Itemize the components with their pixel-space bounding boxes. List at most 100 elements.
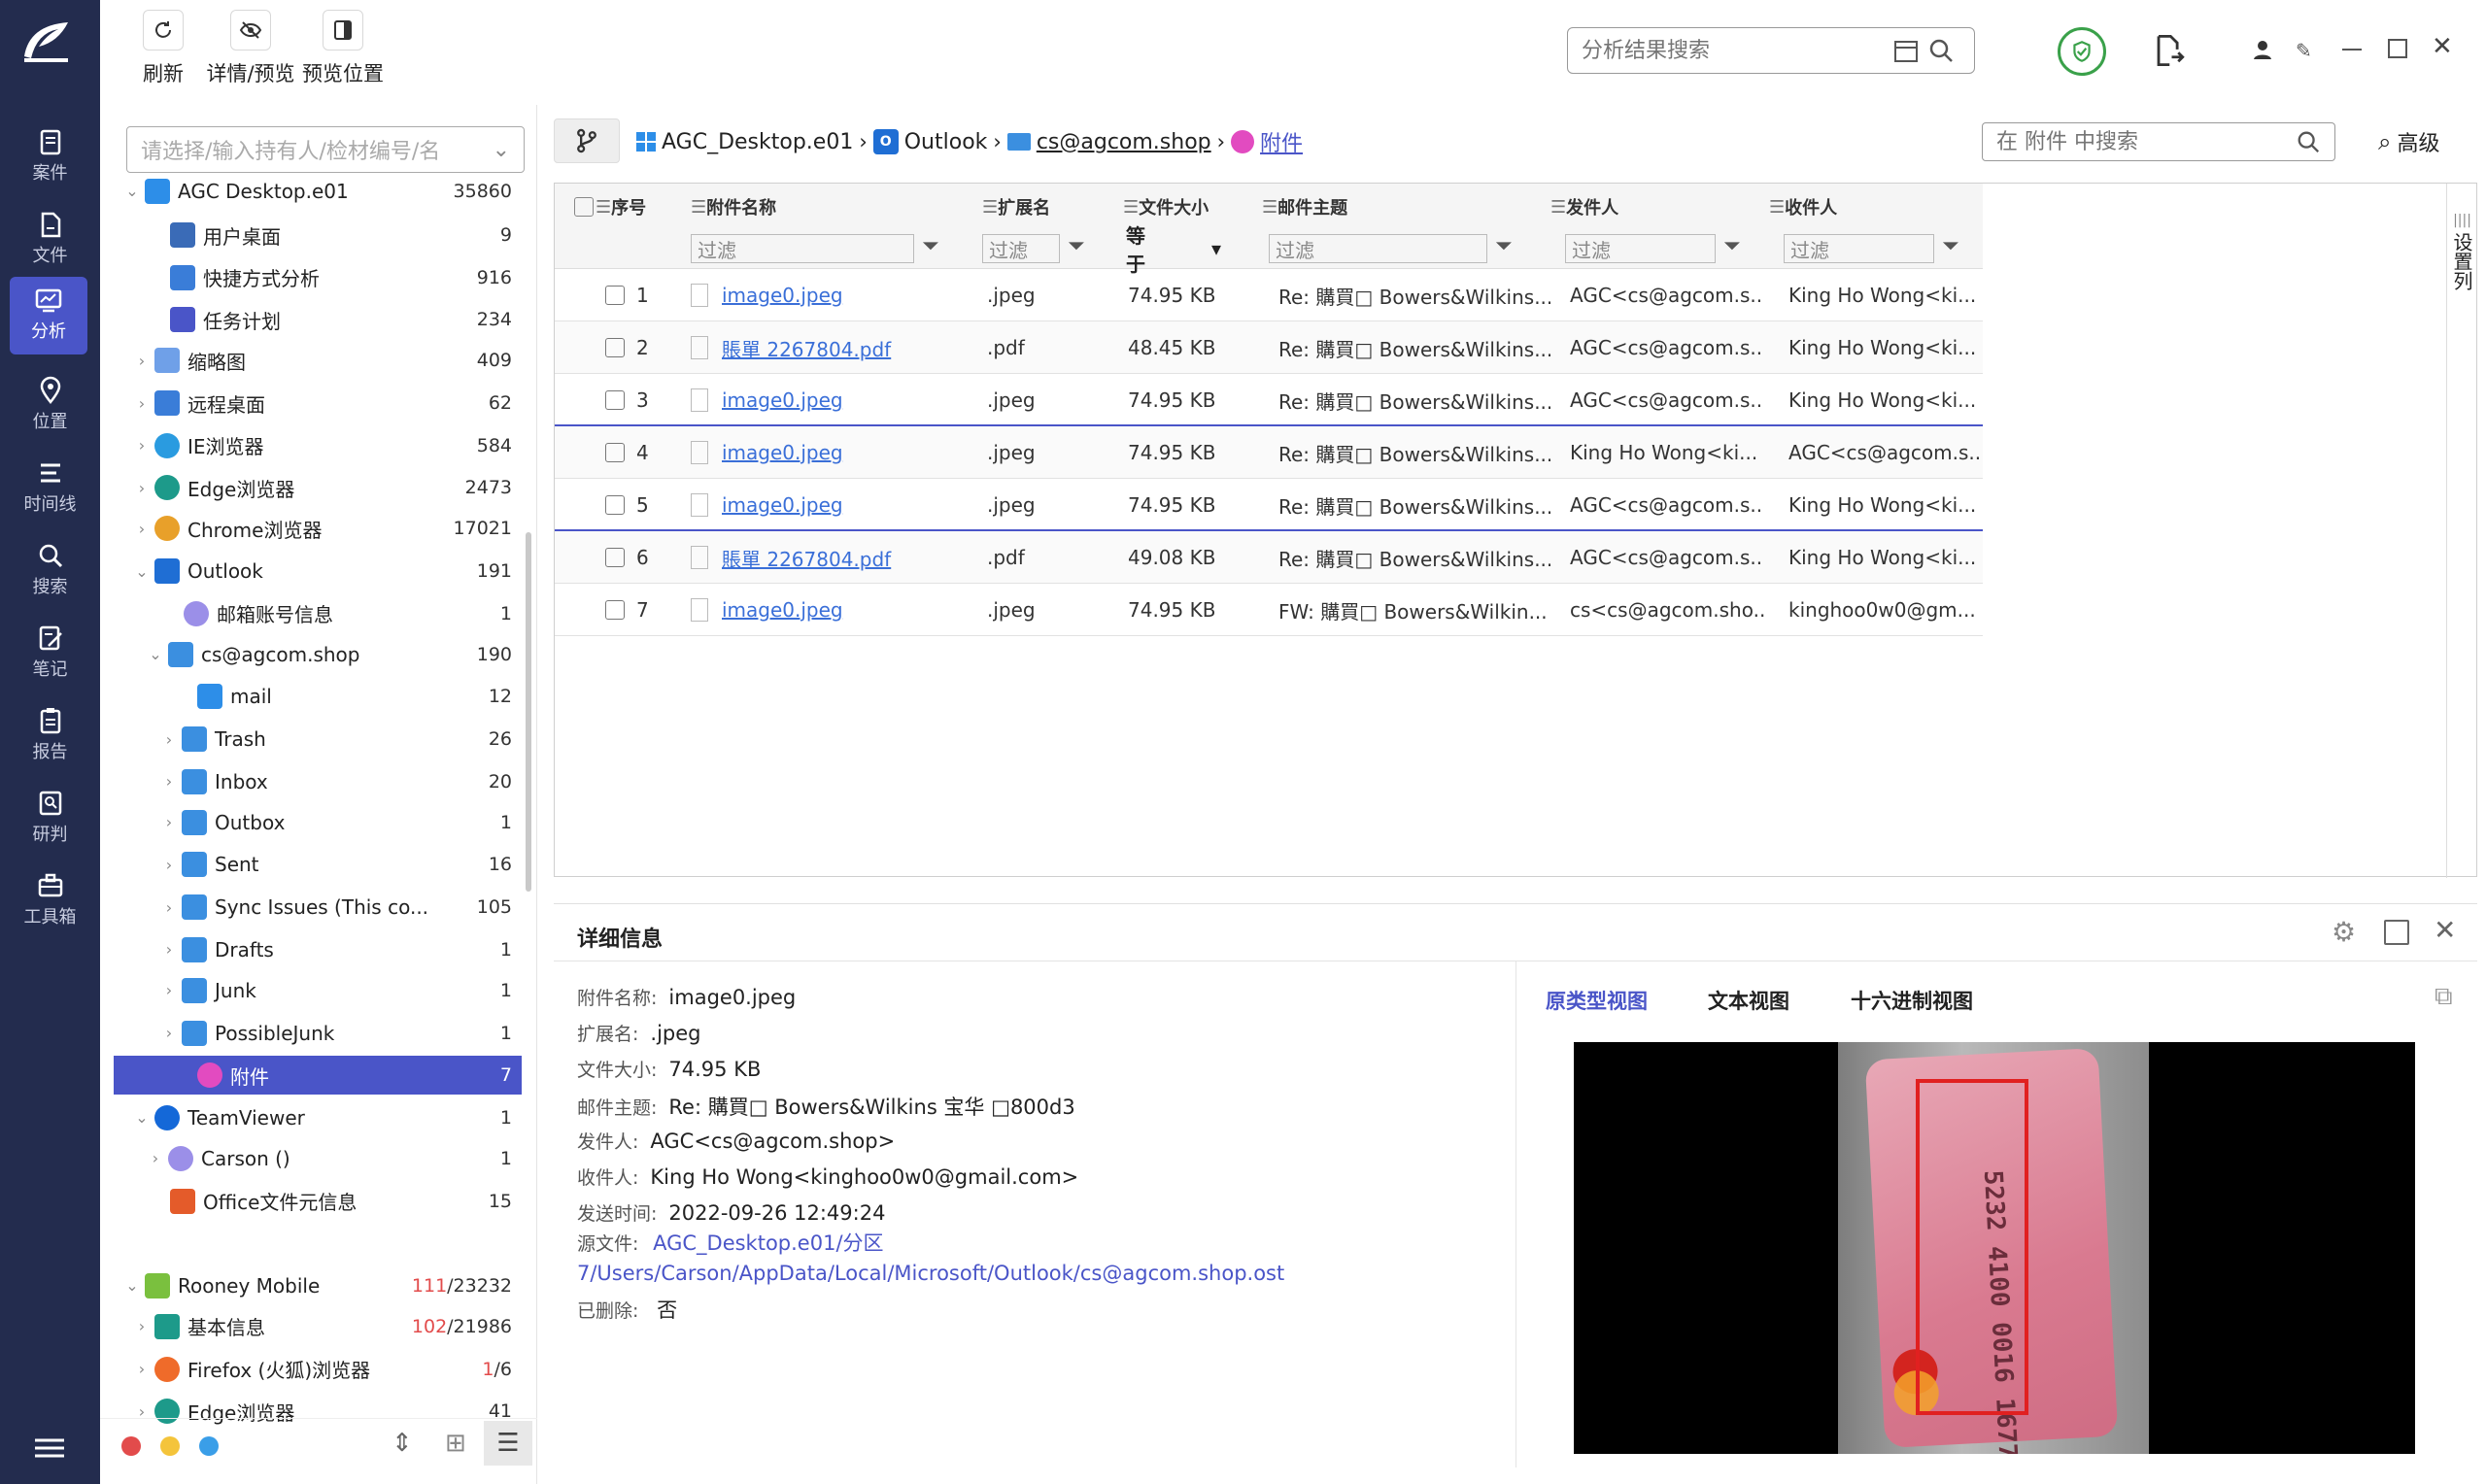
tree-node[interactable]: › 基本信息 102/21986 bbox=[114, 1307, 522, 1346]
chevron-right-icon[interactable]: › bbox=[160, 940, 178, 959]
tree-node[interactable]: 用户桌面 9 bbox=[114, 216, 522, 254]
tree-node[interactable]: ⌄ cs@agcom.shop 190 bbox=[114, 635, 522, 674]
chevron-right-icon[interactable]: › bbox=[160, 813, 178, 831]
tree-node[interactable]: › Edge浏览器 2473 bbox=[114, 468, 522, 507]
chevron-right-icon[interactable]: › bbox=[160, 898, 178, 917]
column-filter-input[interactable]: 过滤 bbox=[1269, 234, 1487, 263]
close-detail-icon[interactable]: ✕ bbox=[2434, 914, 2456, 946]
chevron-right-icon[interactable]: › bbox=[133, 352, 151, 370]
chevron-right-icon[interactable]: › bbox=[160, 730, 178, 749]
red-dot[interactable] bbox=[121, 1436, 141, 1456]
column-menu-icon[interactable]: ☰ bbox=[1123, 197, 1139, 218]
blue-dot[interactable] bbox=[199, 1436, 219, 1456]
nav-location[interactable]: 位置 bbox=[0, 367, 100, 445]
tree-node[interactable]: › Outbox 1 bbox=[114, 803, 522, 842]
cell-name[interactable]: image0.jpeg bbox=[691, 269, 943, 321]
tab-text-view[interactable]: 文本视图 bbox=[1708, 986, 1789, 1015]
list-view-icon[interactable]: ☰ bbox=[484, 1421, 532, 1466]
open-external-icon[interactable]: ⧉ bbox=[2435, 982, 2453, 1012]
source-path-1[interactable]: AGC_Desktop.e01/分区 bbox=[653, 1231, 883, 1255]
tree-node[interactable]: › Inbox 20 bbox=[114, 762, 522, 801]
tab-native-view[interactable]: 原类型视图 bbox=[1546, 986, 1648, 1015]
chevron-right-icon[interactable]: › bbox=[160, 772, 178, 791]
menu-icon[interactable] bbox=[35, 1437, 64, 1459]
tree-node[interactable]: ⌄ TeamViewer 1 bbox=[114, 1098, 522, 1137]
chevron-right-icon[interactable]: › bbox=[147, 1149, 164, 1167]
column-menu-icon[interactable]: ☰ bbox=[982, 197, 998, 218]
user-icon[interactable] bbox=[2252, 39, 2273, 60]
nav-search[interactable]: 搜索 bbox=[0, 532, 100, 610]
filter-icon[interactable]: ⏷ bbox=[922, 234, 939, 258]
column-menu-icon[interactable]: ☰ bbox=[1769, 197, 1785, 218]
table-row[interactable]: 5 image0.jpeg .jpeg 74.95 KB Re: 購買□ Bowers&… bbox=[555, 479, 1983, 531]
filter-icon[interactable]: ⏷ bbox=[1068, 234, 1085, 258]
tree-node[interactable]: › Trash 26 bbox=[114, 720, 522, 759]
column-filter-input[interactable]: 过滤 bbox=[1784, 234, 1934, 263]
tree-node[interactable]: 任务计划 234 bbox=[114, 300, 522, 339]
tree-node[interactable]: ⌄ AGC Desktop.e01 35860 bbox=[114, 172, 522, 211]
crumb-image[interactable]: AGC_Desktop.e01 bbox=[662, 130, 853, 154]
pin-icon[interactable]: ✎ bbox=[2296, 39, 2317, 62]
tree-node[interactable]: 邮箱账号信息 1 bbox=[114, 594, 522, 633]
nav-analysis[interactable]: 分析 bbox=[10, 277, 87, 354]
advanced-search-button[interactable]: ⌕ 高级 bbox=[2378, 124, 2439, 159]
nav-case[interactable]: 案件 bbox=[0, 118, 100, 196]
cell-name[interactable]: 賬單 2267804.pdf bbox=[691, 531, 943, 584]
tree-node[interactable]: › Sync Issues (This co... 105 bbox=[114, 888, 522, 927]
chevron-right-icon[interactable]: › bbox=[160, 1024, 178, 1042]
filter-icon[interactable]: ⏷ bbox=[1942, 234, 1959, 258]
minimize-icon[interactable] bbox=[2342, 49, 2362, 51]
column-menu-icon[interactable]: ☰ bbox=[1262, 197, 1277, 218]
tree-node[interactable]: › PossibleJunk 1 bbox=[114, 1014, 522, 1053]
row-checkbox[interactable] bbox=[605, 286, 625, 305]
attachment-link[interactable]: 賬單 2267804.pdf bbox=[722, 334, 891, 362]
column-filter-input[interactable]: 过滤 bbox=[982, 234, 1060, 263]
tree-node[interactable]: Office文件元信息 15 bbox=[114, 1182, 522, 1221]
search-icon[interactable] bbox=[2296, 129, 2321, 154]
folder-search-box[interactable] bbox=[1982, 122, 2335, 161]
analysis-search-input[interactable] bbox=[1582, 38, 1892, 63]
attachment-link[interactable]: 賬單 2267804.pdf bbox=[722, 544, 891, 572]
analysis-search-box[interactable] bbox=[1567, 27, 1975, 74]
cell-name[interactable]: image0.jpeg bbox=[691, 584, 943, 636]
grid-view-icon[interactable]: ⊞ bbox=[445, 1429, 466, 1458]
search-icon[interactable] bbox=[1927, 37, 1955, 64]
row-checkbox[interactable] bbox=[605, 390, 625, 410]
row-checkbox[interactable] bbox=[605, 548, 625, 567]
tree-node[interactable]: › IE浏览器 584 bbox=[114, 426, 522, 465]
restore-icon[interactable] bbox=[2388, 39, 2407, 58]
column-header[interactable]: ☰ 邮件主题 bbox=[1262, 184, 1347, 230]
column-header[interactable]: ☰ 发件人 bbox=[1550, 184, 1618, 230]
column-filter-input[interactable]: 过滤 bbox=[691, 234, 914, 263]
filter-icon[interactable]: ⏷ bbox=[1723, 234, 1741, 258]
crumb-account[interactable]: cs@agcom.shop bbox=[1037, 130, 1211, 154]
table-row[interactable]: 4 image0.jpeg .jpeg 74.95 KB Re: 購買□ Bowers&… bbox=[555, 426, 1983, 479]
tree-node[interactable]: mail 12 bbox=[114, 677, 522, 716]
nav-judge[interactable]: 研判 bbox=[0, 780, 100, 858]
table-row[interactable]: 6 賬單 2267804.pdf .pdf 49.08 KB Re: 購買□ Bower… bbox=[555, 531, 1983, 584]
chevron-right-icon[interactable]: › bbox=[160, 981, 178, 999]
shield-status-icon[interactable] bbox=[2058, 27, 2106, 76]
close-icon[interactable]: ✕ bbox=[2432, 34, 2455, 59]
detail-preview-button[interactable]: 详情/预览 bbox=[202, 10, 299, 87]
column-settings[interactable]: |||| 设置列 bbox=[2446, 184, 2477, 878]
nav-toolbox[interactable]: 工具箱 bbox=[0, 862, 100, 940]
tree-node[interactable]: ⌄ Outlook 191 bbox=[114, 552, 522, 590]
nav-timeline[interactable]: 时间线 bbox=[0, 450, 100, 527]
cell-name[interactable]: 賬單 2267804.pdf bbox=[691, 321, 943, 374]
cell-name[interactable]: image0.jpeg bbox=[691, 479, 943, 531]
row-checkbox[interactable] bbox=[605, 338, 625, 357]
nav-report[interactable]: 报告 bbox=[0, 697, 100, 775]
cell-name[interactable]: image0.jpeg bbox=[691, 374, 943, 426]
attachment-link[interactable]: image0.jpeg bbox=[722, 388, 843, 412]
tree-node[interactable]: › Carson () 1 bbox=[114, 1139, 522, 1178]
size-operator-select[interactable]: 等于 ▾ bbox=[1120, 224, 1227, 276]
column-menu-icon[interactable]: ☰ bbox=[596, 197, 611, 218]
column-header[interactable]: ☰ 附件名称 bbox=[691, 184, 776, 230]
chevron-down-icon[interactable]: ⌄ bbox=[123, 182, 141, 200]
chevron-right-icon[interactable]: › bbox=[133, 479, 151, 497]
chevron-right-icon[interactable]: › bbox=[133, 1360, 151, 1378]
attachment-link[interactable]: image0.jpeg bbox=[722, 441, 843, 464]
holder-select[interactable]: 请选择/输入持有人/检材编号/名 ⌄ bbox=[126, 126, 525, 173]
chevron-right-icon[interactable]: › bbox=[160, 856, 178, 874]
